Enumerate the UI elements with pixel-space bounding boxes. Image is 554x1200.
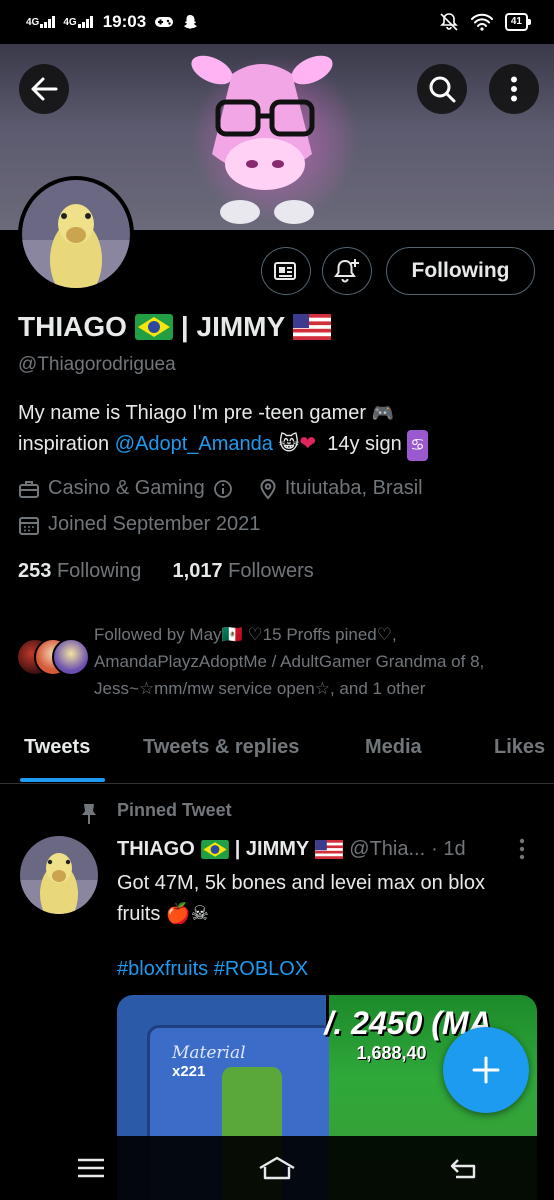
snapchat-icon bbox=[184, 15, 197, 29]
bio-text-1: My name is Thiago I'm pre -teen gamer bbox=[18, 402, 367, 424]
home-icon[interactable] bbox=[257, 1155, 297, 1181]
compose-tweet-button[interactable] bbox=[443, 1027, 529, 1113]
newsletter-icon bbox=[274, 262, 296, 280]
calendar-icon bbox=[19, 516, 39, 535]
cat-emoji-icon: 😸 bbox=[278, 433, 300, 455]
status-bar: 4G 4G 19:03 41 bbox=[0, 0, 554, 44]
subscribe-button[interactable] bbox=[261, 247, 311, 295]
bio-text-3: 14y sign bbox=[327, 433, 402, 455]
more-options-button[interactable] bbox=[489, 64, 539, 114]
brazil-flag-icon bbox=[200, 840, 229, 859]
bio-mention-link[interactable]: @Adopt_Amanda bbox=[115, 433, 273, 455]
pin-icon bbox=[82, 804, 96, 824]
location-pin-icon bbox=[260, 478, 276, 499]
followed-by-avatars[interactable] bbox=[16, 638, 90, 678]
avatar-image bbox=[22, 180, 130, 288]
profile-handle: @Thiagorodriguea bbox=[18, 354, 176, 375]
search-button[interactable] bbox=[417, 64, 467, 114]
bio-text-2: inspiration bbox=[18, 433, 110, 455]
tab-active-indicator bbox=[20, 778, 105, 782]
profile-tabs: Tweets Tweets & replies Media Likes bbox=[0, 718, 554, 784]
display-name-first: THIAGO bbox=[18, 311, 127, 342]
signal-bars-icon bbox=[77, 16, 93, 28]
plus-icon bbox=[472, 1056, 500, 1084]
tweet-header: THIAGO | JIMMY @Thia... · 1d bbox=[117, 838, 466, 861]
followers-label: Followers bbox=[228, 560, 314, 582]
tweet-author-name-2[interactable]: | JIMMY bbox=[235, 838, 310, 861]
usa-flag-icon bbox=[293, 314, 332, 340]
cancer-sign-icon: ♋ bbox=[407, 430, 428, 461]
battery-indicator: 41 bbox=[504, 13, 532, 31]
notifications-button[interactable] bbox=[322, 247, 372, 295]
apple-emoji-icon: 🍎 bbox=[165, 903, 191, 925]
tab-tweets[interactable]: Tweets bbox=[24, 736, 90, 759]
brazil-flag-icon bbox=[134, 314, 173, 340]
pinned-label: Pinned Tweet bbox=[117, 800, 232, 820]
tweet-hashtags[interactable]: #bloxfruits #ROBLOX bbox=[117, 958, 308, 981]
tweet-avatar[interactable] bbox=[20, 836, 98, 914]
bell-plus-icon bbox=[334, 259, 359, 283]
usa-flag-icon bbox=[315, 840, 344, 859]
tweet-author-handle: @Thia... bbox=[349, 838, 426, 860]
following-label: Following bbox=[56, 560, 142, 582]
signal-2: 4G bbox=[63, 16, 93, 28]
bell-off-icon bbox=[439, 13, 458, 31]
tab-tweets-replies[interactable]: Tweets & replies bbox=[143, 736, 299, 759]
following-count-link[interactable]: 253 Following bbox=[18, 560, 141, 582]
tab-media[interactable]: Media bbox=[365, 736, 422, 759]
tweet-timestamp: · 1d bbox=[431, 838, 466, 860]
followers-count: 1,017 bbox=[172, 560, 223, 582]
wifi-icon bbox=[470, 13, 493, 31]
media-caption-4: 1,688,40 bbox=[356, 1043, 427, 1063]
gamepad-icon bbox=[155, 17, 174, 27]
heart-emoji-icon: ❤ bbox=[299, 433, 317, 455]
profile-category: Casino & Gaming bbox=[48, 477, 205, 499]
arrow-left-icon bbox=[31, 77, 58, 101]
menu-icon[interactable] bbox=[76, 1157, 106, 1179]
profile-location: Ituiutaba, Brasil bbox=[284, 477, 423, 499]
signal-bars-icon bbox=[40, 16, 56, 28]
following-count: 253 bbox=[18, 560, 52, 582]
follow-counts: 253 Following 1,017 Followers bbox=[18, 560, 314, 583]
skull-crossbones-icon: ☠ bbox=[190, 903, 209, 925]
signal-1: 4G bbox=[26, 16, 56, 28]
profile-joined: Joined September 2021 bbox=[48, 513, 261, 535]
display-name-second: | JIMMY bbox=[180, 311, 286, 342]
briefcase-icon bbox=[19, 480, 39, 498]
back-button[interactable] bbox=[19, 64, 69, 114]
network-type-2: 4G bbox=[63, 17, 77, 28]
back-nav-icon[interactable] bbox=[448, 1156, 478, 1180]
media-caption-1: Material bbox=[172, 1043, 246, 1063]
tweet-text: Got 47M, 5k bones and levei max on blox … bbox=[117, 868, 517, 930]
info-icon[interactable] bbox=[213, 479, 233, 499]
followers-count-link[interactable]: 1,017 Followers bbox=[173, 560, 314, 582]
profile-avatar[interactable] bbox=[18, 176, 134, 292]
more-vertical-icon bbox=[511, 76, 517, 102]
profile-meta-row: Casino & Gaming Ituiutaba, Brasil bbox=[18, 477, 423, 500]
tweet-more-icon[interactable] bbox=[518, 838, 526, 860]
tab-likes[interactable]: Likes bbox=[494, 736, 545, 759]
tweet-author-name-1[interactable]: THIAGO bbox=[117, 838, 195, 861]
followed-by-text[interactable]: Followed by May🇲🇽 ♡15 Proffs pined♡, Ama… bbox=[94, 621, 544, 702]
profile-bio: My name is Thiago I'm pre -teen gamer 🎮 … bbox=[18, 398, 538, 461]
search-icon bbox=[429, 76, 456, 103]
follower-avatar bbox=[52, 638, 90, 676]
system-nav-bar bbox=[0, 1136, 554, 1200]
clock: 19:03 bbox=[102, 12, 147, 31]
network-type-1: 4G bbox=[26, 17, 40, 28]
following-button[interactable]: Following bbox=[386, 247, 535, 295]
game-controller-icon: 🎮 bbox=[371, 403, 395, 423]
profile-joined-row: Joined September 2021 bbox=[18, 513, 260, 536]
media-caption-2: x221 bbox=[172, 1063, 206, 1080]
display-name: THIAGO | JIMMY bbox=[18, 311, 332, 343]
